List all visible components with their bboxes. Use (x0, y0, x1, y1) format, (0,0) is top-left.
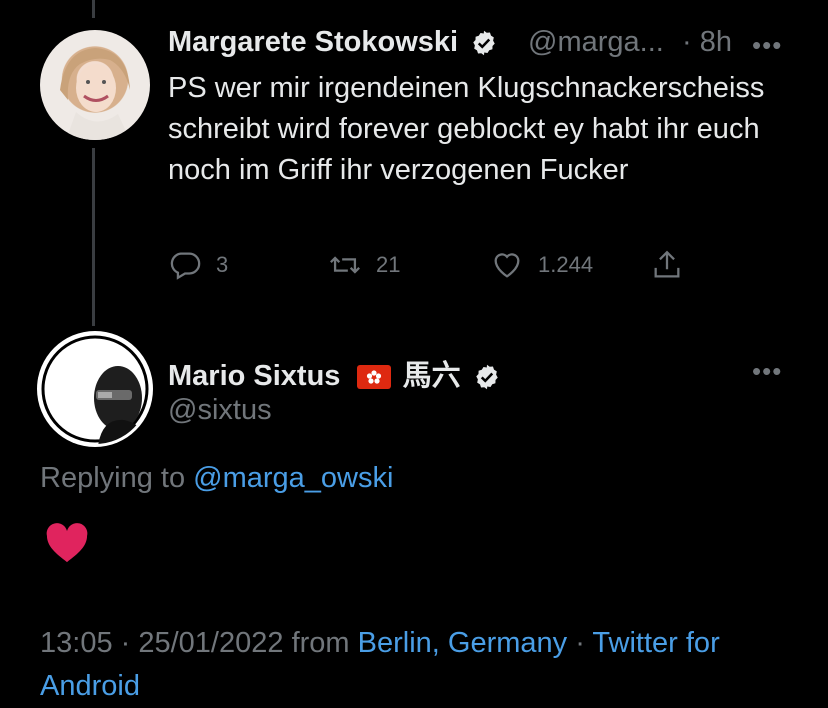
share-button[interactable] (650, 248, 684, 282)
tweet-text: PS wer mir irgendeinen Klugschnackersche… (168, 72, 765, 186)
from-label: from (291, 627, 350, 659)
author-handle[interactable]: @marga... (528, 26, 664, 59)
retweet-count: 21 (376, 252, 401, 277)
replying-handle-link[interactable]: @marga_owski (193, 462, 393, 494)
thread-line-bottom (92, 148, 95, 326)
retweet-icon (330, 256, 360, 274)
separator: · (120, 627, 139, 659)
red-heart-icon (46, 523, 88, 563)
display-name[interactable]: Mario Sixtus (168, 360, 340, 392)
tweet-meta: 13:05 · 25/01/2022 from Berlin, Germany … (40, 622, 800, 708)
author-name[interactable]: Mario Sixtus 馬六 (168, 352, 501, 394)
avatar-mario[interactable] (40, 334, 150, 444)
tweet-time[interactable]: · 8h (682, 26, 732, 59)
heart-icon (494, 253, 520, 278)
retweet-button[interactable]: 21 (328, 248, 400, 282)
like-count: 1.244 (538, 252, 594, 277)
name-suffix[interactable]: 馬六 (403, 360, 461, 392)
avatar-margarete[interactable] (40, 30, 150, 140)
more-options-icon[interactable]: ••• (752, 30, 782, 61)
author-handle[interactable]: @sixtus (168, 394, 272, 427)
reply-count: 3 (216, 252, 229, 277)
display-name[interactable]: Margarete Stokowski (168, 26, 458, 58)
like-button[interactable]: 1.244 (490, 248, 593, 282)
tweet-content-heart (44, 522, 90, 569)
tweet-date[interactable]: 25/01/2022 (138, 627, 283, 659)
verified-badge-icon (475, 365, 498, 390)
reply-button[interactable]: 3 (168, 248, 228, 282)
share-icon (654, 250, 680, 278)
replying-prefix: Replying to (40, 462, 186, 494)
more-options-icon[interactable]: ••• (752, 356, 782, 387)
location-link[interactable]: Berlin, Germany (358, 627, 568, 659)
replying-to: Replying to @marga_owski (40, 462, 393, 495)
portrait-icon (41, 335, 150, 444)
portrait-icon (60, 48, 130, 140)
verified-badge-icon (473, 31, 495, 56)
hong-kong-flag-icon (356, 365, 391, 390)
author-name[interactable]: Margarete Stokowski (168, 26, 498, 59)
tweet-time[interactable]: 13:05 (40, 627, 113, 659)
reply-icon (170, 252, 201, 280)
thread-line-top (92, 0, 95, 18)
separator: · (575, 627, 593, 659)
